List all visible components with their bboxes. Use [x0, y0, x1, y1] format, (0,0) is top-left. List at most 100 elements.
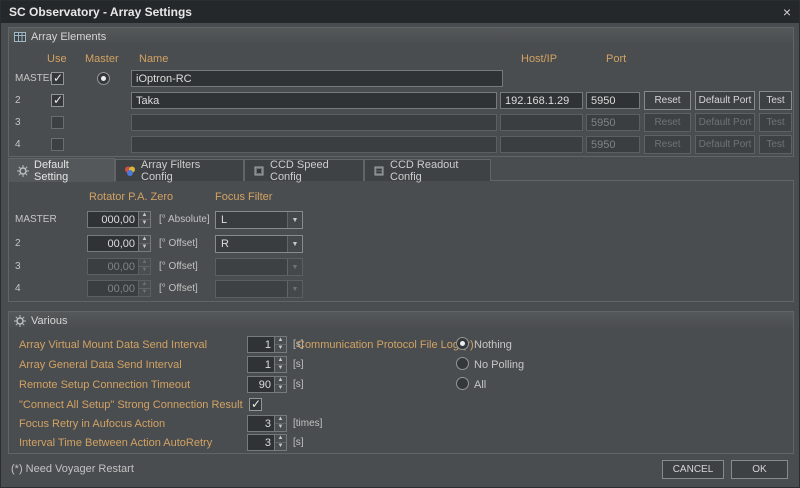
- default-port-button-4: Default Port: [695, 135, 755, 154]
- use-checkbox-2[interactable]: [51, 93, 64, 107]
- log-radio-all-label[interactable]: All: [474, 379, 486, 391]
- row-label-3: 3: [15, 117, 21, 128]
- focus-retry-spinner[interactable]: 3 ▲ ▼: [247, 415, 287, 432]
- log-radio-no-polling-label[interactable]: No Polling: [474, 359, 524, 371]
- rotator-value-master[interactable]: 000,00: [87, 211, 138, 228]
- rotator-row-label-4: 4: [15, 283, 21, 294]
- log-radio-nothing[interactable]: [456, 337, 469, 350]
- rotator-value-2[interactable]: 00,00: [87, 235, 138, 252]
- chevron-down-icon: ▼: [287, 281, 302, 297]
- virtual-mount-interval-value[interactable]: 1: [247, 336, 274, 353]
- spin-up-icon[interactable]: ▲: [275, 416, 286, 424]
- use-checkbox-master[interactable]: [51, 71, 64, 85]
- row-label-2: 2: [15, 95, 21, 106]
- spin-down-icon[interactable]: ▼: [275, 385, 286, 392]
- chevron-down-icon[interactable]: ▼: [287, 236, 302, 252]
- general-data-interval-unit: [s]: [293, 359, 304, 370]
- use-checkbox-4[interactable]: [51, 138, 64, 151]
- spin-up-icon: ▲: [139, 281, 150, 289]
- cancel-button[interactable]: CANCEL: [662, 460, 724, 479]
- remote-timeout-spinner[interactable]: 90 ▲ ▼: [247, 376, 287, 393]
- rotator-value-3: 00,00: [87, 258, 138, 275]
- field-label-strong-connection: "Connect All Setup" Strong Connection Re…: [19, 399, 243, 411]
- comm-protocol-log-label: Communication Protocol File Log (*): [297, 339, 474, 351]
- name-input-2[interactable]: [131, 92, 497, 109]
- focus-filter-dropdown-2[interactable]: R ▼: [215, 235, 303, 253]
- spin-buttons: ▲ ▼: [138, 280, 151, 297]
- rotator-value-4: 00,00: [87, 280, 138, 297]
- spin-up-icon[interactable]: ▲: [275, 377, 286, 385]
- log-radio-all[interactable]: [456, 377, 469, 390]
- general-data-interval-value[interactable]: 1: [247, 356, 274, 373]
- col-header-host: Host/IP: [521, 53, 558, 65]
- chevron-down-icon[interactable]: ▼: [287, 212, 302, 228]
- spin-up-icon[interactable]: ▲: [275, 357, 286, 365]
- spin-down-icon: ▼: [139, 267, 150, 274]
- host-input-2[interactable]: [500, 92, 583, 109]
- reset-button-2[interactable]: Reset: [644, 91, 691, 110]
- tab-ccd-speed-config[interactable]: CCD Speed Config: [244, 158, 364, 183]
- spin-buttons[interactable]: ▲ ▼: [138, 235, 151, 252]
- focus-filter-dropdown-master[interactable]: L ▼: [215, 211, 303, 229]
- name-input-master[interactable]: [131, 70, 503, 87]
- dialog-window: SC Observatory - Array Settings × Array …: [0, 0, 800, 488]
- ok-button[interactable]: OK: [731, 460, 788, 479]
- tab-label: Default Setting: [34, 158, 69, 183]
- spin-down-icon[interactable]: ▼: [275, 443, 286, 450]
- spin-down-icon[interactable]: ▼: [275, 424, 286, 431]
- spin-buttons[interactable]: ▲ ▼: [274, 434, 287, 451]
- tab-array-filters-config[interactable]: Array Filters Config: [115, 159, 244, 183]
- spin-up-icon[interactable]: ▲: [275, 435, 286, 443]
- ccd-chip-icon: [254, 166, 264, 175]
- focus-retry-value[interactable]: 3: [247, 415, 274, 432]
- spin-down-icon[interactable]: ▼: [275, 345, 286, 352]
- rotator-unit-4: [° Offset]: [159, 283, 198, 294]
- tab-label: CCD Speed Config: [270, 158, 329, 183]
- spin-buttons[interactable]: ▲ ▼: [274, 376, 287, 393]
- spin-up-icon[interactable]: ▲: [275, 337, 286, 345]
- autoretry-interval-spinner[interactable]: 3 ▲ ▼: [247, 434, 287, 451]
- general-data-interval-spinner[interactable]: 1 ▲ ▼: [247, 356, 287, 373]
- default-port-button-2[interactable]: Default Port: [695, 91, 755, 110]
- title-bar[interactable]: SC Observatory - Array Settings ×: [1, 1, 799, 23]
- rotator-spinner-master[interactable]: 000,00 ▲ ▼: [87, 211, 151, 228]
- focus-filter-dropdown-4: ▼: [215, 280, 303, 298]
- name-input-3: [131, 114, 497, 131]
- use-checkbox-3[interactable]: [51, 116, 64, 129]
- virtual-mount-interval-spinner[interactable]: 1 ▲ ▼: [247, 336, 287, 353]
- spin-down-icon[interactable]: ▼: [139, 220, 150, 227]
- tab-default-setting[interactable]: Default Setting: [8, 158, 115, 183]
- rotator-unit-3: [° Offset]: [159, 261, 198, 272]
- remote-timeout-unit: [s]: [293, 379, 304, 390]
- spin-buttons[interactable]: ▲ ▼: [274, 415, 287, 432]
- test-button-2[interactable]: Test: [759, 91, 792, 110]
- field-label-focus-retry: Focus Retry in Aufocus Action: [19, 418, 166, 430]
- strong-connection-checkbox[interactable]: [249, 397, 262, 411]
- remote-timeout-value[interactable]: 90: [247, 376, 274, 393]
- spin-up-icon: ▲: [139, 259, 150, 267]
- close-icon[interactable]: ×: [783, 4, 791, 20]
- field-label-virtual-mount-interval: Array Virtual Mount Data Send Interval: [19, 339, 208, 351]
- field-label-remote-timeout: Remote Setup Connection Timeout: [19, 379, 191, 391]
- log-radio-no-polling[interactable]: [456, 357, 469, 370]
- spin-buttons[interactable]: ▲ ▼: [138, 211, 151, 228]
- array-elements-header: Array Elements: [9, 28, 793, 45]
- chevron-down-icon: ▼: [287, 259, 302, 275]
- spin-buttons[interactable]: ▲ ▼: [274, 356, 287, 373]
- focus-filter-dropdown-3: ▼: [215, 258, 303, 276]
- rotator-spinner-2[interactable]: 00,00 ▲ ▼: [87, 235, 151, 252]
- log-radio-nothing-label[interactable]: Nothing: [474, 339, 512, 351]
- row-label-4: 4: [15, 139, 21, 150]
- port-input-2[interactable]: [586, 92, 640, 109]
- autoretry-interval-value[interactable]: 3: [247, 434, 274, 451]
- spin-up-icon[interactable]: ▲: [139, 212, 150, 220]
- master-radio[interactable]: [97, 72, 110, 85]
- spin-buttons[interactable]: ▲ ▼: [274, 336, 287, 353]
- spin-up-icon[interactable]: ▲: [139, 236, 150, 244]
- rotator-spinner-4: 00,00 ▲ ▼: [87, 280, 151, 297]
- reset-button-4: Reset: [644, 135, 691, 154]
- tab-ccd-readout-config[interactable]: CCD Readout Config: [364, 159, 491, 183]
- spin-down-icon[interactable]: ▼: [275, 365, 286, 372]
- spin-down-icon[interactable]: ▼: [139, 244, 150, 251]
- array-elements-group: Array Elements Use Master Name Host/IP P…: [8, 27, 794, 157]
